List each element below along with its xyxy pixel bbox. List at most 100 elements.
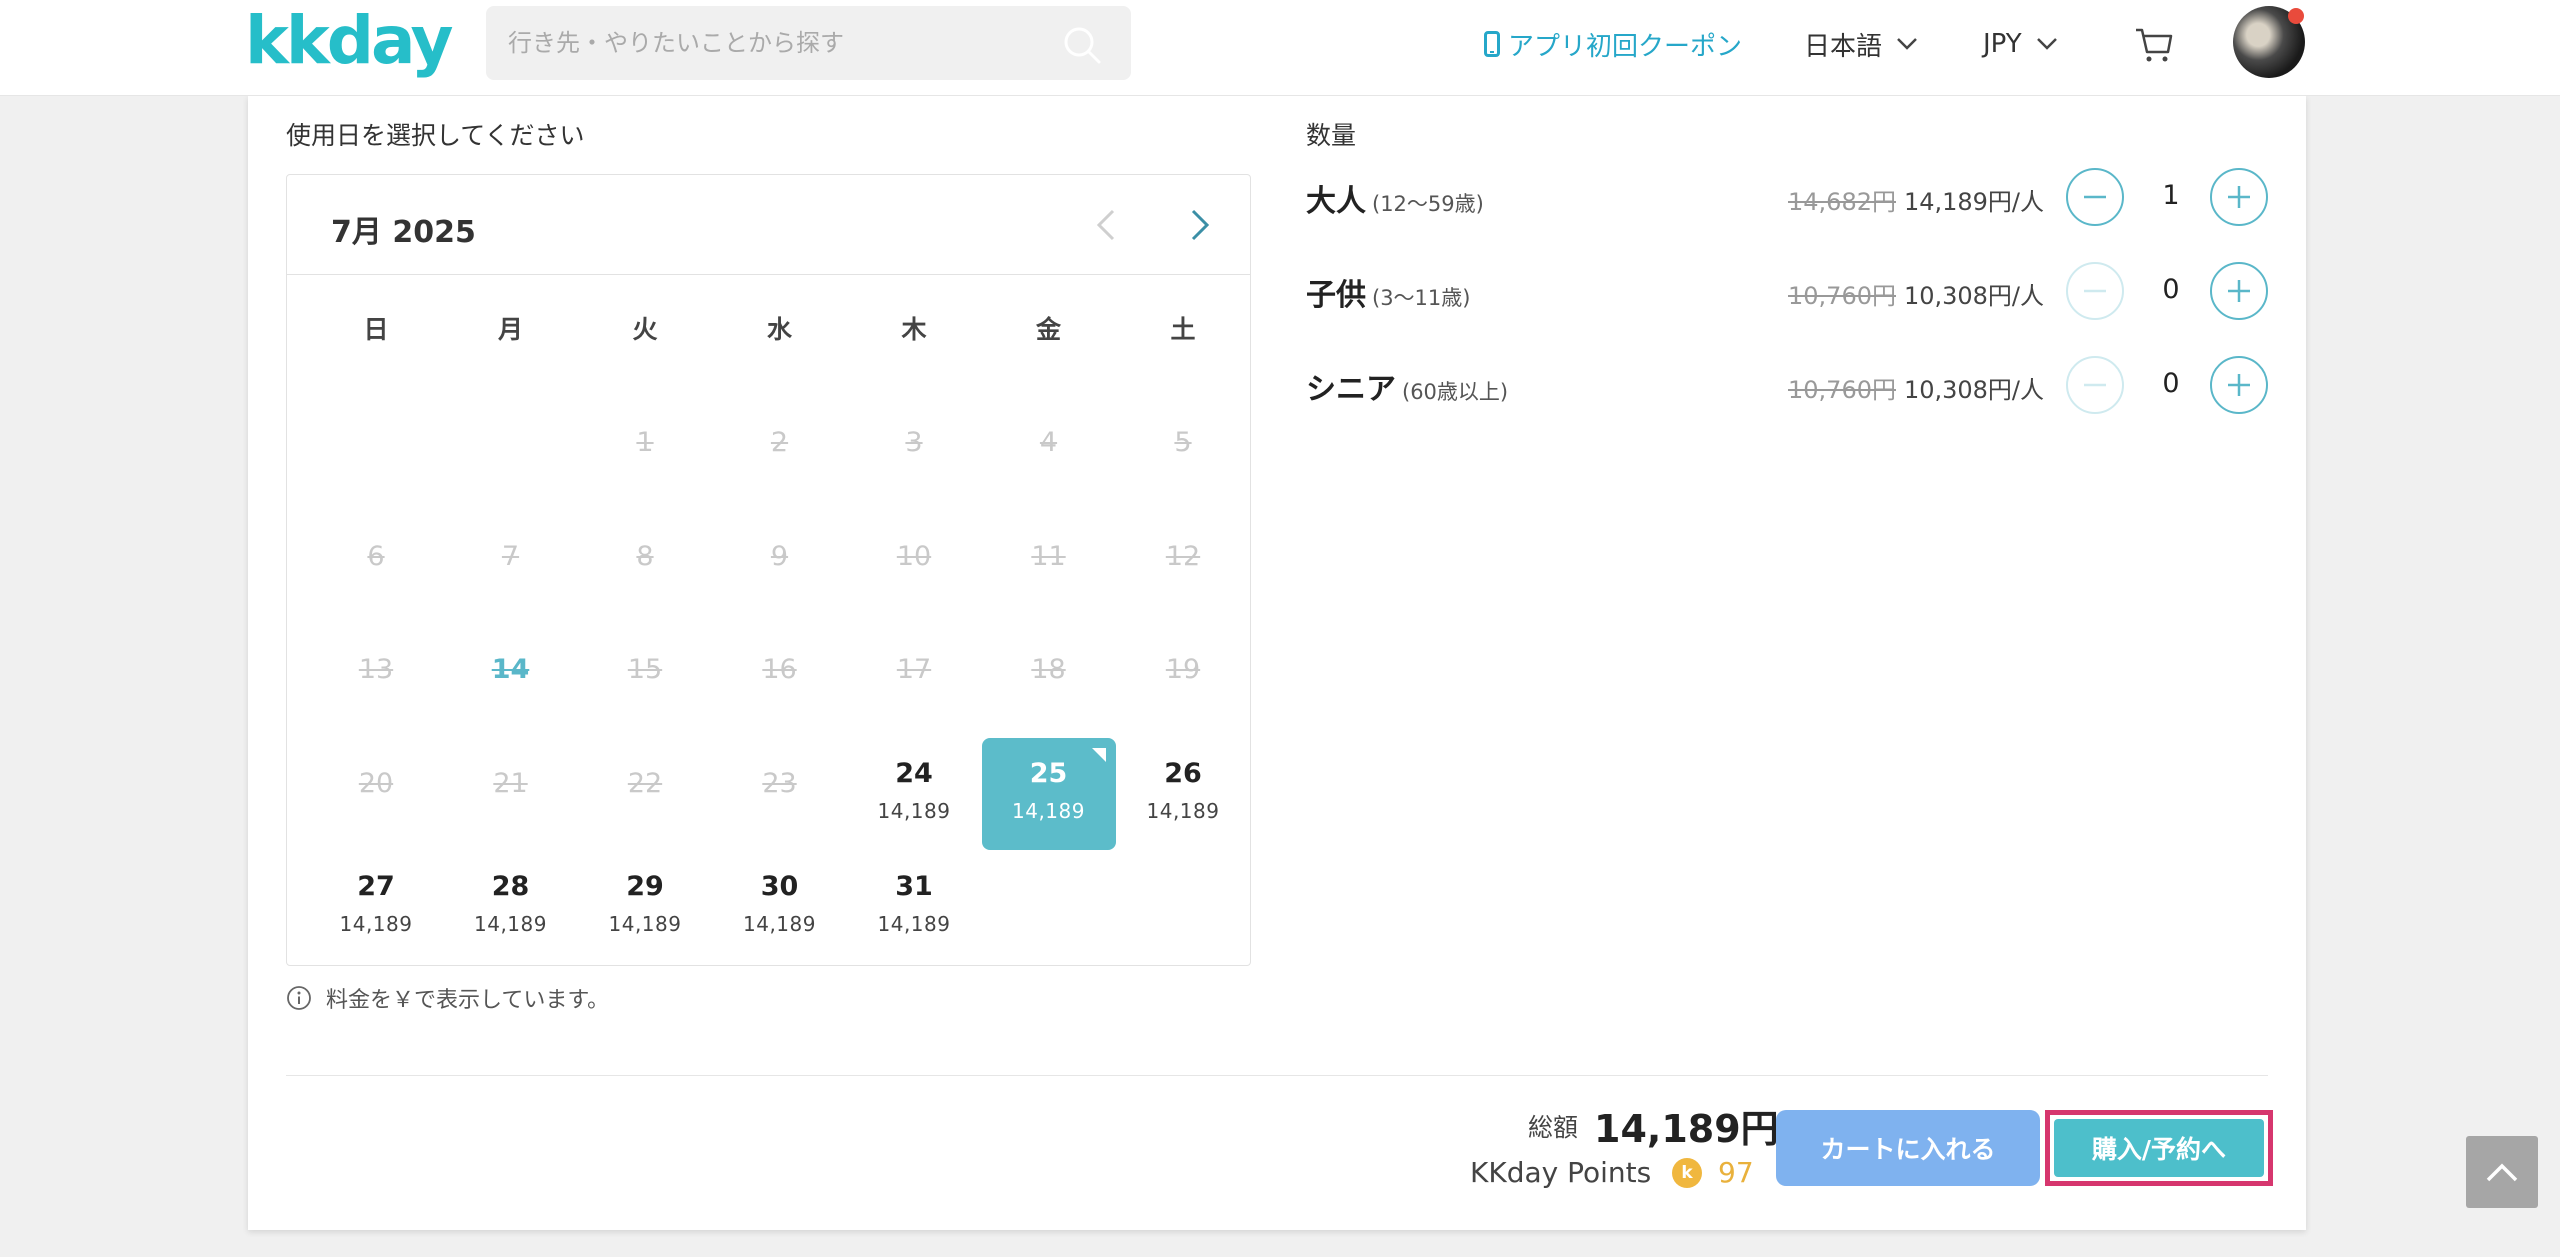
chevron-down-icon [2036,38,2057,50]
day-number: 25 [1029,757,1068,789]
increase-quantity-button[interactable] [2210,262,2268,320]
day-number: 29 [626,871,664,902]
ticket-type-name: 大人 (12〜59歳) [1306,176,1484,220]
calendar-day: 5 [1116,397,1250,509]
kkday-logo[interactable]: kkday [245,2,454,80]
increase-quantity-button[interactable] [2210,168,2268,226]
weekday-label: 月 [497,315,523,344]
quantity-row: 大人 (12〜59歳) 14,682円 14,189円/人 1 [1306,166,2268,230]
app-coupon-label: アプリ初回クーポン [1508,31,1743,62]
day-number: 18 [1031,654,1066,685]
search-icon[interactable] [1061,24,1103,66]
weekday-label: 水 [766,315,792,344]
calendar-day: 11 [982,511,1116,623]
calendar-day: 20 [309,738,443,850]
decrease-quantity-button[interactable] [2066,262,2124,320]
day-price: 14,189 [608,912,682,936]
calendar-day: 10 [847,511,981,623]
ticket-age-range: (3〜11歳) [1372,286,1471,310]
back-to-top-button[interactable] [2466,1136,2538,1208]
day-number: 15 [627,654,663,685]
app-coupon-link[interactable]: アプリ初回クーポン [1484,24,1742,64]
day-number: 26 [1164,757,1202,789]
top-header: kkday アプリ初回クーポン 日本語 JPY [0,0,2560,96]
quantity-section-label: 数量 [1306,121,1357,150]
calendar-day: 21 [444,738,578,850]
info-icon [287,986,311,1010]
day-number: 9 [770,540,789,572]
currency-selector[interactable]: JPY [1983,24,2058,64]
calendar-day: 12 [1116,511,1250,623]
calendar-day[interactable]: 26 14,189 [1116,738,1250,850]
increase-quantity-button[interactable] [2210,356,2268,414]
search-box[interactable] [486,6,1131,80]
day-number: 30 [760,871,799,902]
original-price: 14,682円 [1788,188,1896,216]
chevron-down-icon [1897,38,1917,50]
ticket-type-name: 子供 (3〜11歳) [1306,270,1470,314]
plus-icon [2228,374,2250,396]
date-section-label: 使用日を選択してください [286,121,585,150]
chevron-right-icon[interactable] [1179,205,1219,245]
weekday-label: 土 [1170,315,1196,344]
calendar-day[interactable]: 31 14,189 [847,851,981,963]
day-number: 3 [905,427,923,458]
weekday-row: 日月火水木金土 [287,310,1250,350]
decrease-quantity-button[interactable] [2066,168,2124,226]
quantity-row: シニア (60歳以上) 10,760円 10,308円/人 0 [1306,354,2268,418]
calendar-day[interactable]: 24 14,189 [847,738,981,850]
day-number: 24 [895,757,933,789]
buy-button-highlight: 購入/予約へ [2045,1110,2273,1186]
calendar-day[interactable]: 28 14,189 [444,851,578,963]
search-input[interactable] [508,24,1028,62]
day-number: 27 [357,871,395,902]
plus-icon [2228,186,2250,208]
calendar-day: 13 [309,624,443,736]
weekday-label: 木 [901,315,927,344]
calendar-day[interactable]: 29 14,189 [578,851,712,963]
day-number: 5 [1174,427,1192,458]
day-number: 22 [627,767,663,799]
calendar-day: 6 [309,511,443,623]
calendar-day: 17 [847,624,981,736]
minus-icon [2084,195,2106,199]
plus-icon [2228,280,2250,302]
day-price: 14,189 [1012,798,1085,823]
book-now-button[interactable]: 購入/予約へ [2054,1119,2264,1177]
currency-label: JPY [1983,29,2022,59]
add-to-cart-button[interactable]: カートに入れる [1776,1110,2040,1186]
quantity-value: 0 [2162,274,2180,305]
points-value: 97 [1718,1156,1754,1189]
calendar-day-selected[interactable]: 25 14,189 [981,737,1116,850]
original-price: 10,760円 [1788,282,1896,310]
calendar-day[interactable]: 27 14,189 [309,851,443,963]
cart-icon[interactable] [2134,26,2174,64]
calendar-day: 14 [444,624,578,736]
calendar-day: 7 [444,511,578,623]
unit-price: 10,308円/人 [1903,376,2044,404]
day-price: 14,189 [877,798,951,823]
language-selector[interactable]: 日本語 [1804,24,1918,64]
weekday-label: 火 [632,315,658,344]
calendar-day: 3 [847,397,981,509]
original-price: 10,760円 [1788,376,1896,404]
calendar-day: 23 [713,738,847,850]
quantity-row: 子供 (3〜11歳) 10,760円 10,308円/人 0 [1306,260,2268,324]
calendar-day: 18 [982,624,1116,736]
decrease-quantity-button[interactable] [2066,356,2124,414]
ticket-age-range: (60歳以上) [1402,380,1509,404]
points-label: KKday Points [1470,1156,1652,1189]
ticket-type-label: 子供 [1306,278,1366,313]
day-number: 17 [896,654,932,685]
calendar-day[interactable]: 30 14,189 [713,851,847,963]
booking-card: 使用日を選択してください 7月 2025 日月火水木金土 1 2 3 4 5 6 7 8 9 10… [248,96,2306,1230]
day-number: 23 [762,767,797,799]
total-value: 14,189円 [1594,1107,1779,1151]
chevron-left-icon[interactable] [1087,205,1127,245]
day-number: 28 [491,871,530,902]
calendar-month: 7月 2025 [331,215,476,250]
total-label: 総額 [1528,1113,1579,1142]
calendar-day: 4 [982,397,1116,509]
day-number: 16 [762,654,797,685]
calendar: 7月 2025 日月火水木金土 1 2 3 4 5 6 7 8 9 10 11 12 13 14 15 16 1… [286,174,1251,966]
